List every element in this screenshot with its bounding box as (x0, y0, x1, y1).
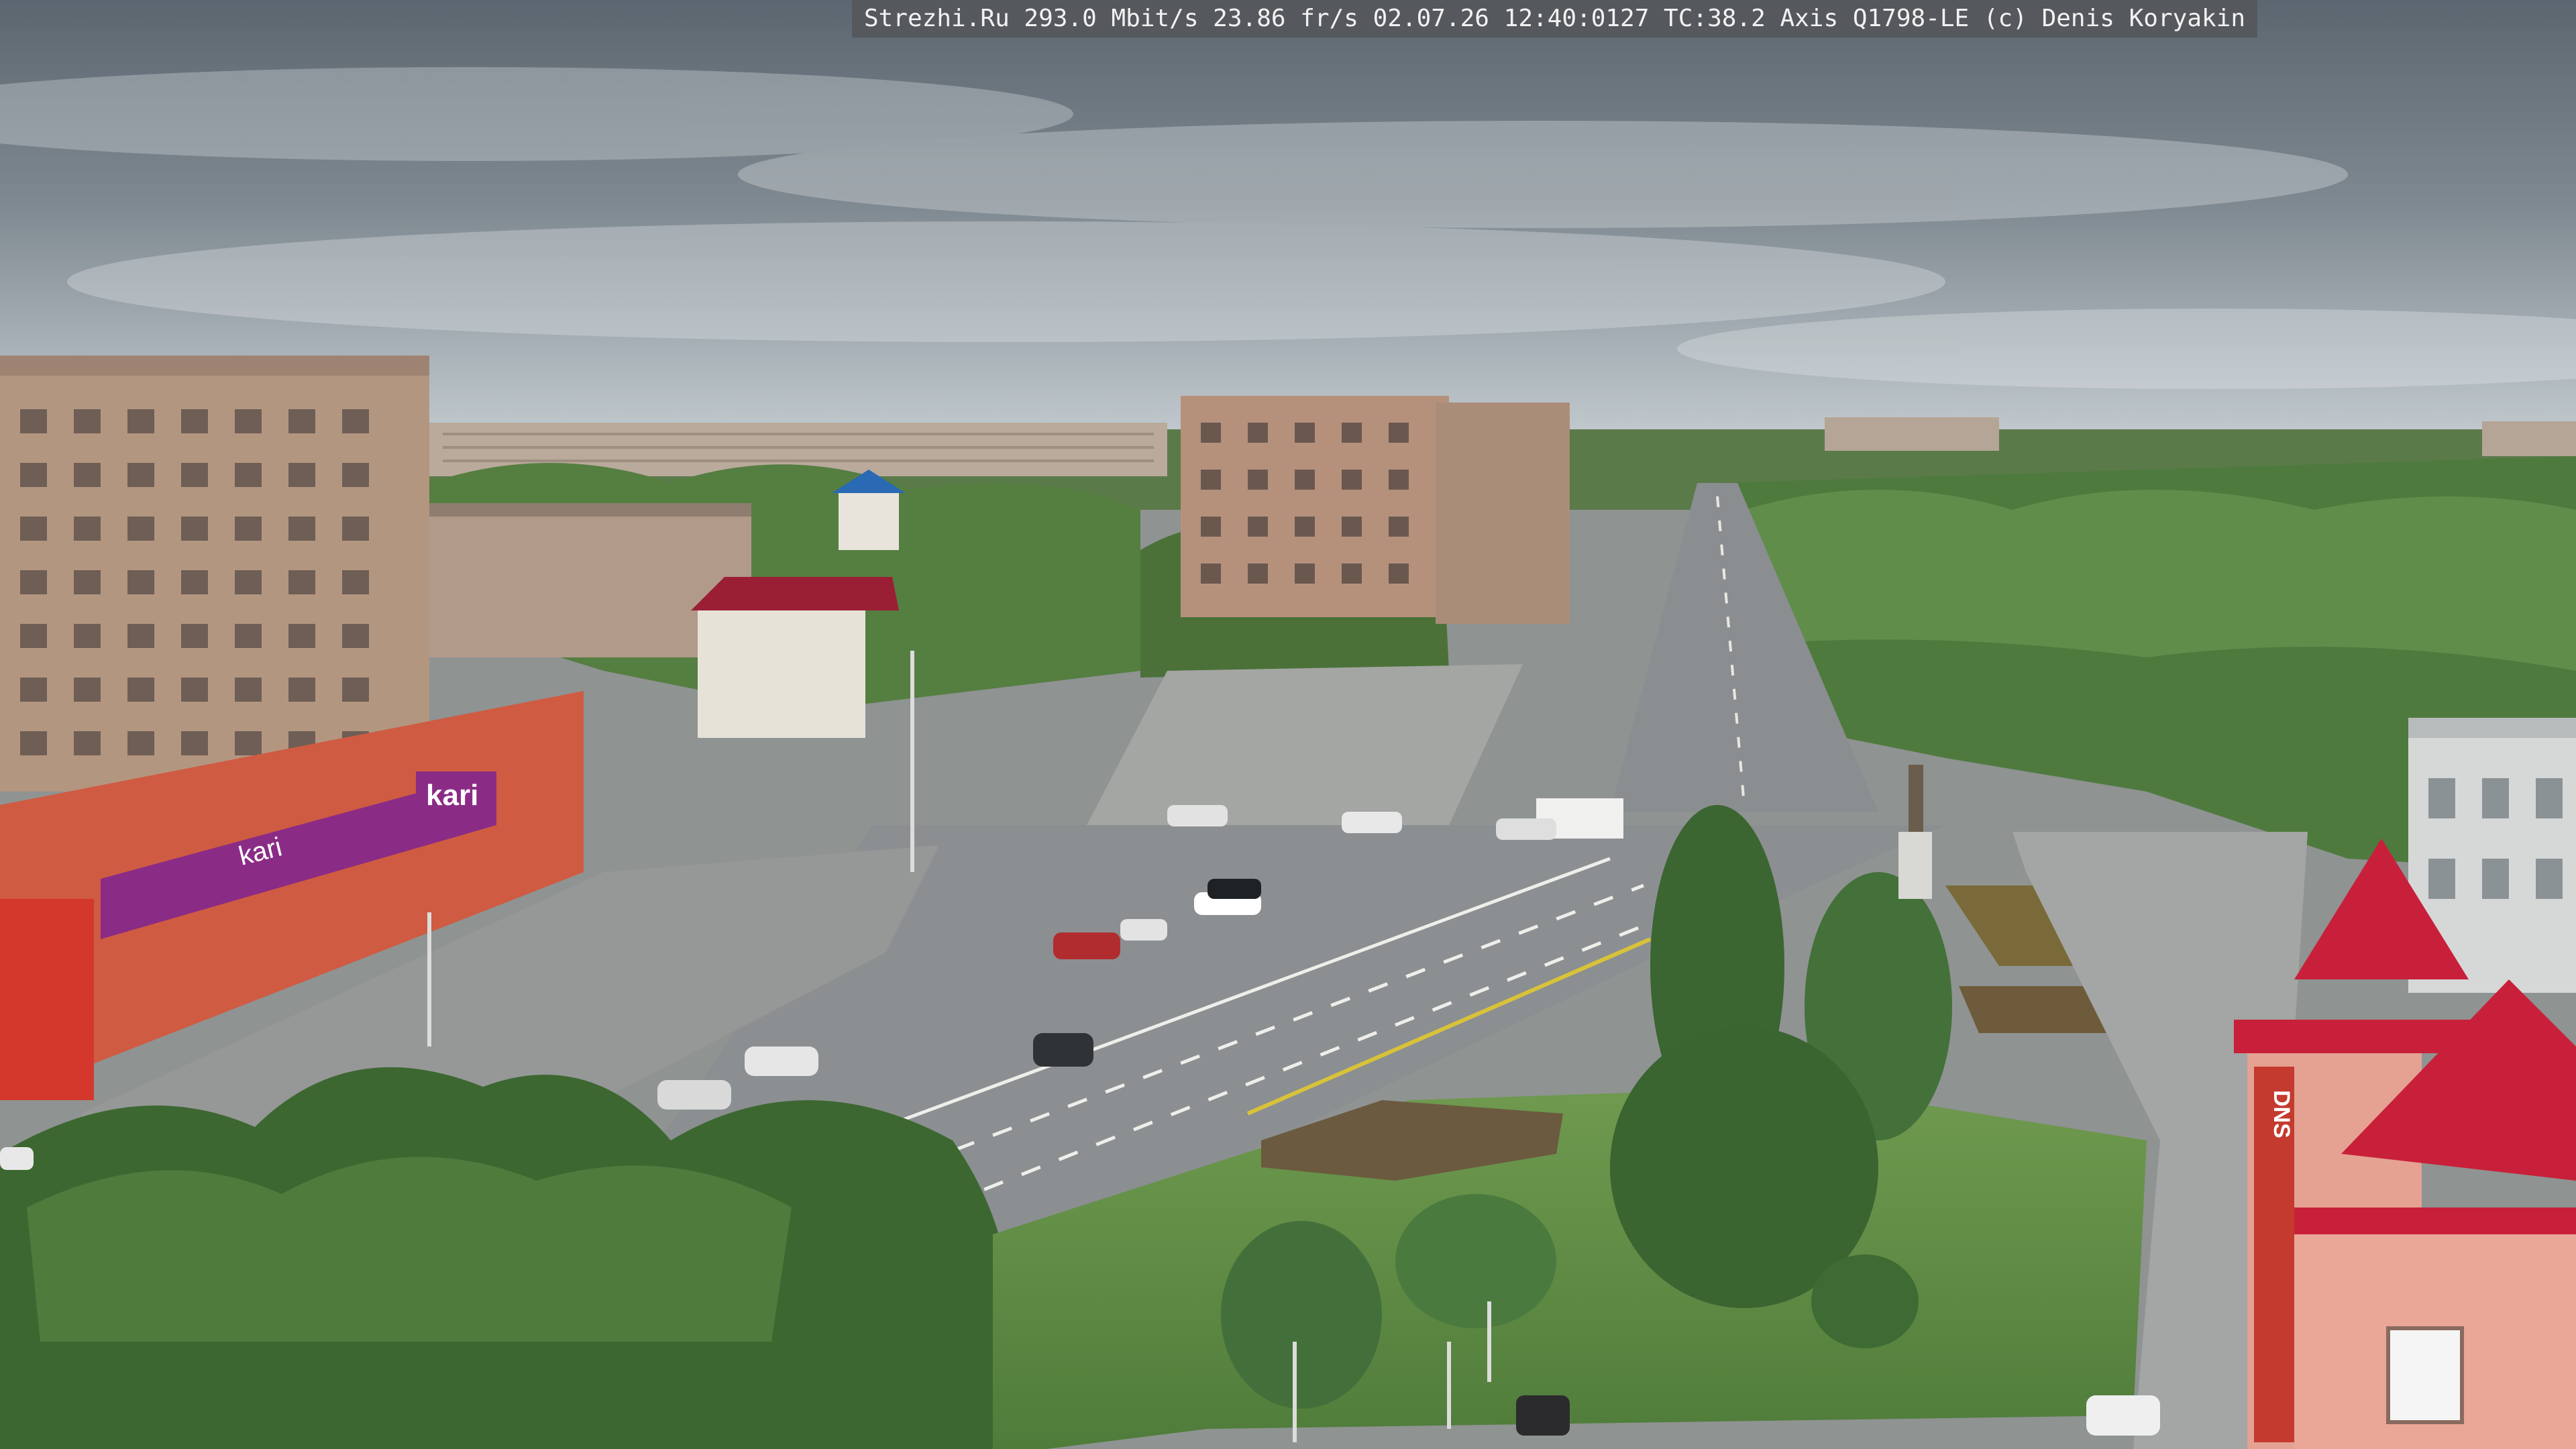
car (1167, 805, 1228, 826)
left-apartment-building (0, 356, 429, 792)
car (1516, 1395, 1570, 1436)
car (1033, 1033, 1093, 1067)
car (1208, 879, 1261, 899)
car (745, 1046, 818, 1076)
left-foreground-highlights (27, 1157, 792, 1342)
camera-info-overlay: Strezhi.Ru 293.0 Mbit/s 23.86 fr/s 02.07… (852, 0, 2258, 38)
car (1120, 919, 1167, 941)
center-tower (1181, 396, 1570, 624)
kari-logo: kari (426, 779, 478, 812)
car (1053, 932, 1120, 959)
car (657, 1080, 731, 1110)
dns-vertical-sign: DNS (2269, 1090, 2294, 1138)
car (1496, 818, 1556, 840)
car (2086, 1395, 2160, 1436)
car (1342, 812, 1402, 833)
webcam-scene: kari kari DNS (0, 0, 2576, 1449)
car (0, 1147, 34, 1170)
